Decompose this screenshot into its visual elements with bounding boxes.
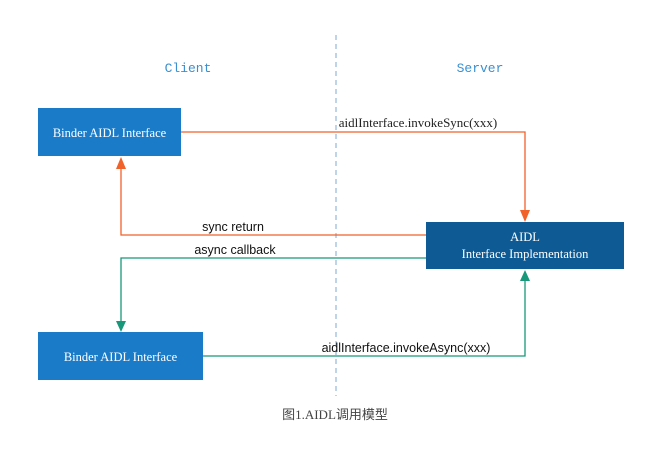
edge-label-invoke-async: aidlInterface.invokeAsync(xxx) (322, 341, 491, 355)
edge-sync-return (120, 165, 426, 236)
server-box-label-line2: Interface Implementation (462, 247, 589, 261)
lane-label-server: Server (457, 61, 504, 76)
server-box-label-line1: AIDL (510, 230, 540, 244)
server-box: AIDL Interface Implementation (426, 222, 624, 269)
edge-async-callback (120, 257, 426, 324)
edge-invoke-sync (181, 131, 526, 214)
client-top-box: Binder AIDL Interface (38, 108, 181, 156)
client-bottom-box: Binder AIDL Interface (38, 332, 203, 380)
lane-label-client: Client (165, 61, 212, 76)
diagram-canvas: Client Server aidlInterface.invokeSync(x… (38, 35, 624, 422)
client-top-box-label: Binder AIDL Interface (53, 126, 167, 140)
edge-label-invoke-sync: aidlInterface.invokeSync(xxx) (339, 115, 497, 130)
figure-caption: 图1.AIDL调用模型 (282, 407, 388, 422)
arrowhead-up-icon (520, 270, 530, 281)
arrowhead-up-icon (116, 157, 126, 169)
arrowhead-down-icon (520, 210, 530, 222)
edge-label-async-callback: async callback (194, 243, 276, 257)
arrowhead-down-icon (116, 321, 126, 332)
edge-label-sync-return: sync return (202, 220, 264, 234)
aidl-diagram: Client Server aidlInterface.invokeSync(x… (0, 0, 665, 451)
client-bottom-box-label: Binder AIDL Interface (64, 350, 178, 364)
